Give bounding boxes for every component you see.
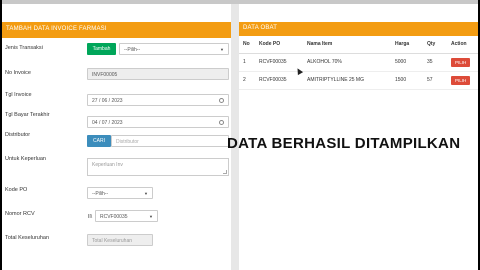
cell-action: PILIH bbox=[447, 71, 478, 90]
cell-nama: AMITRIPTYLLINE 25 MG bbox=[303, 71, 391, 90]
keperluan-placeholder: Keperluan Inv bbox=[92, 162, 123, 168]
tambah-button[interactable]: Tambah bbox=[87, 43, 116, 55]
distributor-label: Distributor bbox=[5, 132, 31, 138]
pilih-button[interactable]: PILIH bbox=[451, 57, 471, 67]
top-strip bbox=[0, 0, 480, 4]
col-harga: Harga bbox=[391, 36, 423, 54]
total-field[interactable]: Total Keseluruhan bbox=[87, 234, 153, 246]
col-qty: Qty bbox=[423, 36, 447, 54]
resize-handle-icon[interactable] bbox=[223, 170, 227, 174]
tgl-invoice-field[interactable]: 27 / 06 / 2023 bbox=[87, 94, 229, 106]
clear-date-icon[interactable] bbox=[219, 120, 224, 125]
nomor-rcv-value: RCVF00035 bbox=[100, 214, 128, 220]
jenis-transaksi-select[interactable]: --Pilih-- ▼ bbox=[119, 43, 229, 55]
distributor-field[interactable]: Distributor bbox=[111, 135, 229, 147]
table-row: 2 RCVF00035 AMITRIPTYLLINE 25 MG 1500 57… bbox=[239, 71, 478, 90]
left-border bbox=[0, 0, 2, 270]
invoice-form-panel: TAMBAH DATA INVOICE FARMASI Jenis Transa… bbox=[2, 22, 231, 270]
cell-no: 1 bbox=[239, 53, 255, 72]
cell-harga: 1500 bbox=[391, 71, 423, 90]
col-kode-po: Kode PO bbox=[255, 36, 303, 54]
obat-panel-header: DATA OBAT bbox=[239, 22, 478, 36]
cell-nama: ALKOHOL 70% bbox=[303, 53, 391, 72]
no-invoice-label: No Invoice bbox=[5, 70, 31, 76]
nomor-rcv-label: Nomor RCV bbox=[5, 211, 35, 217]
overlay-caption: DATA BERHASIL DITAMPILKAN bbox=[227, 135, 461, 152]
obat-table: No Kode PO Nama Item Harga Qty Action 1 … bbox=[239, 36, 478, 90]
jenis-transaksi-label: Jenis Transaksi bbox=[5, 45, 43, 51]
tgl-invoice-label: Tgl Invoice bbox=[5, 92, 32, 98]
keperluan-textarea[interactable]: Keperluan Inv bbox=[87, 158, 229, 176]
col-action: Action bbox=[447, 36, 478, 54]
total-label: Total Keseluruhan bbox=[5, 235, 50, 241]
chevron-down-icon: ▼ bbox=[149, 214, 153, 219]
tgl-invoice-value: 27 / 06 / 2023 bbox=[92, 98, 123, 104]
tgl-bayar-label: Tgl Bayar Terakhir bbox=[5, 112, 50, 118]
cell-qty: 35 bbox=[423, 53, 447, 72]
form-panel-header: TAMBAH DATA INVOICE FARMASI bbox=[2, 22, 231, 38]
cell-no: 2 bbox=[239, 71, 255, 90]
screen: TAMBAH DATA INVOICE FARMASI Jenis Transa… bbox=[0, 0, 480, 270]
cell-kode: RCVF00035 bbox=[255, 71, 303, 90]
kode-po-value: --Pilih-- bbox=[92, 191, 109, 197]
nomor-rcv-select[interactable]: RCVF00035 ▼ bbox=[95, 210, 158, 222]
keperluan-label: Untuk Keperluan bbox=[5, 156, 46, 162]
tgl-bayar-value: 04 / 07 / 2023 bbox=[92, 120, 123, 126]
kode-po-select[interactable]: --Pilih-- ▼ bbox=[87, 187, 153, 199]
table-header-row: No Kode PO Nama Item Harga Qty Action bbox=[239, 36, 478, 54]
clear-date-icon[interactable] bbox=[219, 98, 224, 103]
chevron-down-icon: ▼ bbox=[144, 191, 148, 196]
no-invoice-field[interactable]: INVF00005 bbox=[87, 68, 229, 80]
jenis-transaksi-value: --Pilih-- bbox=[124, 47, 141, 53]
col-nama-item: Nama Item bbox=[303, 36, 391, 54]
chevron-down-icon: ▼ bbox=[220, 47, 224, 52]
rcv-prefix: II\ bbox=[88, 214, 93, 220]
data-obat-panel: DATA OBAT No Kode PO Nama Item Harga Qty… bbox=[239, 22, 478, 106]
cell-qty: 57 bbox=[423, 71, 447, 90]
cell-harga: 5000 bbox=[391, 53, 423, 72]
pilih-button[interactable]: PILIH bbox=[451, 75, 471, 85]
tgl-bayar-field[interactable]: 04 / 07 / 2023 bbox=[87, 116, 229, 128]
cari-button[interactable]: CARI bbox=[87, 135, 111, 147]
kode-po-label: Kode PO bbox=[5, 187, 28, 193]
cell-action: PILIH bbox=[447, 53, 478, 72]
col-no: No bbox=[239, 36, 255, 54]
table-row: 1 RCVF00035 ALKOHOL 70% 5000 35 PILIH bbox=[239, 53, 478, 72]
